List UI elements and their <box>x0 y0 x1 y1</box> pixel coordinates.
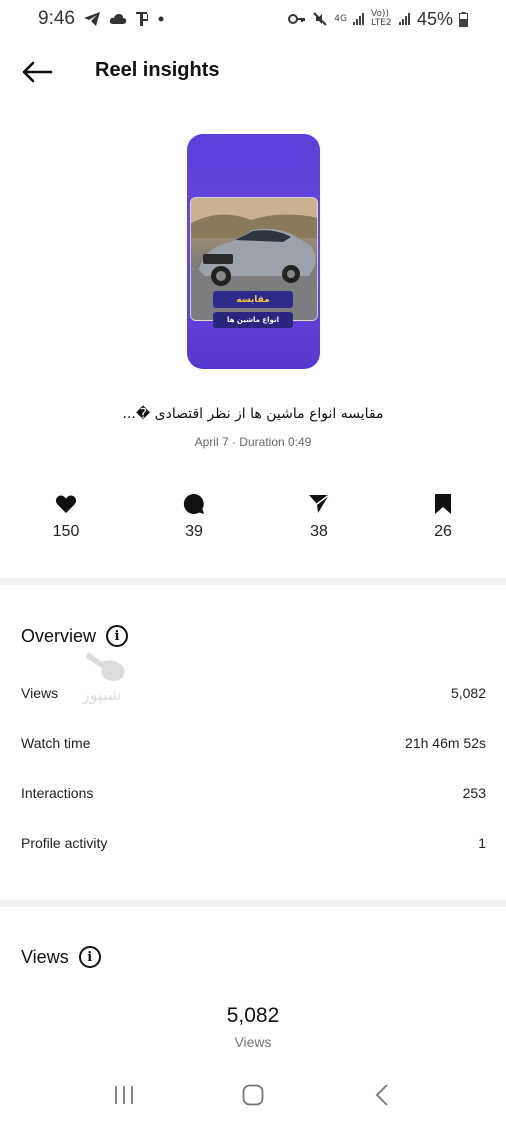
battery-icon <box>459 11 468 27</box>
status-bar-left: 9:46 <box>38 8 165 30</box>
overview-row: Watch time 21h 46m 52s <box>21 735 486 751</box>
comments-stat[interactable]: 39 <box>154 492 234 541</box>
send-icon <box>307 492 331 516</box>
back-button[interactable] <box>20 58 54 86</box>
network-4g-label: 4G <box>334 13 347 24</box>
status-time: 9:46 <box>38 8 75 29</box>
saves-count: 26 <box>434 523 452 540</box>
section-divider <box>0 578 506 585</box>
signal-2-icon <box>398 13 411 25</box>
telegram-icon <box>83 11 101 27</box>
info-icon[interactable]: i <box>106 625 129 647</box>
page-title: Reel insights <box>95 59 220 81</box>
info-icon[interactable]: i <box>78 946 101 968</box>
row-label: Views <box>21 685 59 701</box>
app-p-icon <box>135 11 149 27</box>
thumbnail-title: مقایسه <box>213 291 293 308</box>
signal-icon <box>352 13 365 25</box>
battery-percent: 45% <box>416 8 453 29</box>
overview-row: Views 5,082 <box>21 685 486 701</box>
saves-stat[interactable]: 26 <box>403 492 483 541</box>
nav-back-button[interactable] <box>362 1075 402 1115</box>
likes-stat[interactable]: 150 <box>26 492 106 541</box>
key-icon <box>288 13 306 25</box>
recent-apps-icon <box>115 1086 134 1104</box>
chevron-left-icon <box>375 1084 388 1106</box>
views-total-label: Views <box>234 1034 272 1050</box>
overview-header: Overview i <box>21 625 129 647</box>
heart-icon <box>54 492 78 516</box>
overview-row: Profile activity 1 <box>21 835 486 851</box>
mute-icon <box>312 11 328 27</box>
row-value: 21h 46m 52s <box>405 735 486 751</box>
home-button[interactable] <box>233 1075 273 1115</box>
likes-count: 150 <box>52 523 80 540</box>
volte-label: Vo)) LTE2 <box>370 9 392 28</box>
overview-row: Interactions 253 <box>21 785 486 801</box>
views-total: 5,082 <box>226 1004 280 1027</box>
row-label: Watch time <box>21 735 91 751</box>
views-title: Views <box>21 946 69 967</box>
shares-count: 38 <box>310 523 328 540</box>
overview-title: Overview <box>21 625 97 646</box>
row-label: Profile activity <box>21 835 108 851</box>
cloud-icon <box>109 13 127 25</box>
row-value: 1 <box>478 835 486 851</box>
system-nav-bar <box>0 1065 506 1125</box>
status-bar-right: 4G Vo)) LTE2 45% <box>288 9 468 30</box>
comments-count: 39 <box>185 523 203 540</box>
row-value: 253 <box>462 785 486 801</box>
section-divider <box>0 900 506 907</box>
recent-apps-button[interactable] <box>104 1075 144 1115</box>
shares-stat[interactable]: 38 <box>279 492 359 541</box>
bookmark-icon <box>431 492 455 516</box>
home-icon <box>242 1084 264 1106</box>
app-header: Reel insights <box>0 50 506 94</box>
engagement-stats: 150 39 38 26 <box>0 492 506 552</box>
row-label: Interactions <box>21 785 94 801</box>
reel-caption: مقایسه انواع ماشین ها از نظر اقتصادی �..… <box>122 406 384 422</box>
views-header: Views i <box>21 946 101 968</box>
row-value: 5,082 <box>450 685 486 701</box>
reel-meta: April 7 · Duration 0:49 <box>194 435 312 449</box>
notification-dot-icon <box>157 15 165 23</box>
reel-thumbnail[interactable]: مقایسه انواع ماشین ها <box>187 134 320 369</box>
comment-icon <box>182 492 206 516</box>
arrow-left-icon <box>22 61 53 83</box>
thumbnail-subtitle: انواع ماشین ها <box>213 312 293 328</box>
status-bar: 9:46 4G Vo)) LTE2 45% <box>0 0 506 38</box>
